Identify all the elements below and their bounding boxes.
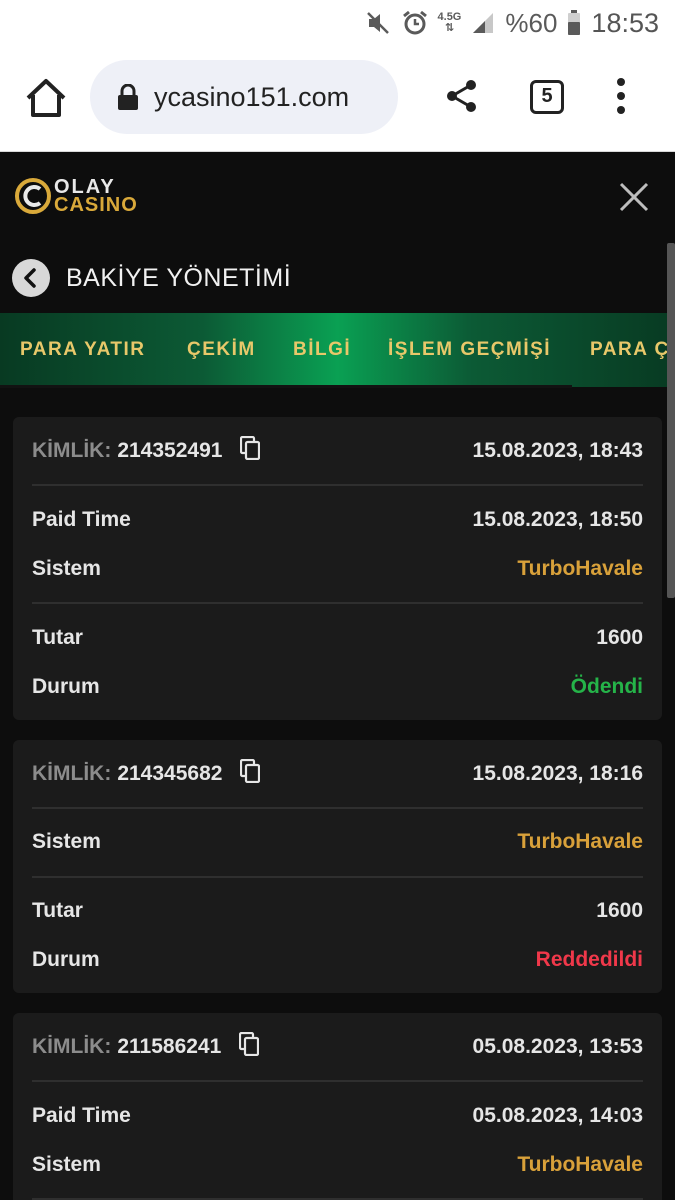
status-row: Durum Reddedildi bbox=[32, 945, 643, 975]
id-label: KİMLİK: bbox=[32, 762, 112, 785]
divider bbox=[32, 484, 643, 486]
status-value: Reddedildi bbox=[535, 948, 643, 971]
system-row: Sistem TurboHavale bbox=[32, 554, 643, 584]
overflow-menu-icon[interactable] bbox=[614, 78, 628, 118]
tabbar-divider bbox=[0, 385, 572, 388]
amount-label: Tutar bbox=[32, 899, 83, 922]
card-header: KİMLİK: 214352491 15.08.2023, 18:43 bbox=[32, 436, 643, 466]
amount-value: 1600 bbox=[596, 626, 643, 649]
paid-time-label: Paid Time bbox=[32, 1104, 131, 1127]
transaction-card: KİMLİK: 214345682 15.08.2023, 18:16 Siste… bbox=[13, 740, 662, 993]
status-time: 18:53 bbox=[591, 7, 659, 38]
status-label: Durum bbox=[32, 948, 100, 971]
address-bar[interactable]: ycasino151.com bbox=[90, 60, 398, 134]
system-value: TurboHavale bbox=[517, 1153, 643, 1176]
transaction-id: 214345682 bbox=[117, 762, 223, 785]
site-panel: OLAY CASINO BAKİYE YÖNETİMİ PARA YATIR Ç… bbox=[0, 153, 675, 1200]
paid-time-row: Paid Time 15.08.2023, 18:50 bbox=[32, 505, 643, 535]
logo-mark-icon bbox=[15, 178, 51, 214]
amount-row: Tutar 1600 bbox=[32, 896, 643, 926]
scrollbar[interactable] bbox=[667, 243, 675, 598]
paid-time-value: 05.08.2023, 14:03 bbox=[472, 1104, 643, 1127]
battery-icon bbox=[568, 10, 581, 35]
url-text: ycasino151.com bbox=[154, 82, 350, 112]
olay-casino-logo[interactable]: OLAY CASINO bbox=[14, 176, 164, 217]
page-title: BAKİYE YÖNETİMİ bbox=[66, 263, 292, 292]
status-bar: 4.5G ⇅ %60 18:53 bbox=[0, 0, 675, 46]
copy-icon[interactable] bbox=[240, 436, 261, 460]
close-icon[interactable] bbox=[618, 181, 650, 213]
system-label: Sistem bbox=[32, 1153, 101, 1176]
paid-time-value: 15.08.2023, 18:50 bbox=[472, 508, 643, 531]
home-icon[interactable] bbox=[24, 76, 68, 120]
system-label: Sistem bbox=[32, 557, 101, 580]
tab-para-yatir[interactable]: PARA YATIR bbox=[20, 313, 146, 387]
battery-percent: %60 bbox=[505, 7, 558, 38]
browser-toolbar: ycasino151.com 5 bbox=[0, 46, 675, 152]
tab-para-cekme[interactable]: PARA ÇEKME bbox=[590, 313, 675, 387]
status-row: Durum Ödendi bbox=[32, 672, 643, 702]
back-button[interactable] bbox=[12, 259, 50, 297]
logo-text-bottom: CASINO bbox=[54, 194, 138, 216]
copy-icon[interactable] bbox=[239, 1032, 260, 1056]
paid-time-label: Paid Time bbox=[32, 508, 131, 531]
divider bbox=[32, 807, 643, 809]
divider bbox=[32, 602, 643, 604]
mute-icon bbox=[366, 12, 389, 34]
created-date: 15.08.2023, 18:43 bbox=[472, 439, 643, 462]
tab-bilgi[interactable]: BİLGİ bbox=[293, 313, 351, 387]
chevron-left-icon bbox=[24, 268, 36, 288]
divider bbox=[32, 1080, 643, 1082]
status-value: Ödendi bbox=[570, 675, 643, 698]
system-label: Sistem bbox=[32, 830, 101, 853]
signal-icon bbox=[473, 13, 494, 33]
share-icon[interactable] bbox=[444, 78, 480, 114]
system-value: TurboHavale bbox=[517, 830, 643, 853]
lock-icon bbox=[118, 84, 138, 110]
system-value: TurboHavale bbox=[517, 557, 643, 580]
system-row: Sistem TurboHavale bbox=[32, 827, 643, 857]
created-date: 05.08.2023, 13:53 bbox=[472, 1035, 643, 1058]
id-label: KİMLİK: bbox=[32, 1035, 112, 1058]
amount-value: 1600 bbox=[596, 899, 643, 922]
page-header: BAKİYE YÖNETİMİ bbox=[12, 257, 291, 299]
card-header: KİMLİK: 214345682 15.08.2023, 18:16 bbox=[32, 759, 643, 789]
transaction-id: 214352491 bbox=[117, 439, 223, 462]
id-label: KİMLİK: bbox=[32, 439, 112, 462]
transaction-card: KİMLİK: 214352491 15.08.2023, 18:43 Paid … bbox=[13, 417, 662, 720]
tab-switcher-button[interactable]: 5 bbox=[530, 80, 564, 114]
paid-time-row: Paid Time 05.08.2023, 14:03 bbox=[32, 1101, 643, 1131]
created-date: 15.08.2023, 18:16 bbox=[472, 762, 643, 785]
balance-tabs: PARA YATIR ÇEKİM BİLGİ İŞLEM GEÇMİŞİ PAR… bbox=[0, 313, 675, 387]
status-label: Durum bbox=[32, 675, 100, 698]
transaction-card: KİMLİK: 211586241 05.08.2023, 13:53 Paid … bbox=[13, 1013, 662, 1200]
system-row: Sistem TurboHavale bbox=[32, 1150, 643, 1180]
card-header: KİMLİK: 211586241 05.08.2023, 13:53 bbox=[32, 1032, 643, 1062]
amount-label: Tutar bbox=[32, 626, 83, 649]
tab-islem-gecmisi[interactable]: İŞLEM GEÇMİŞİ bbox=[388, 313, 551, 387]
network-type: 4.5G ⇅ bbox=[437, 11, 462, 34]
transaction-id: 211586241 bbox=[117, 1035, 222, 1058]
alarm-icon bbox=[402, 10, 427, 35]
copy-icon[interactable] bbox=[240, 759, 261, 783]
divider bbox=[32, 876, 643, 878]
tab-cekim[interactable]: ÇEKİM bbox=[187, 313, 256, 387]
amount-row: Tutar 1600 bbox=[32, 623, 643, 653]
